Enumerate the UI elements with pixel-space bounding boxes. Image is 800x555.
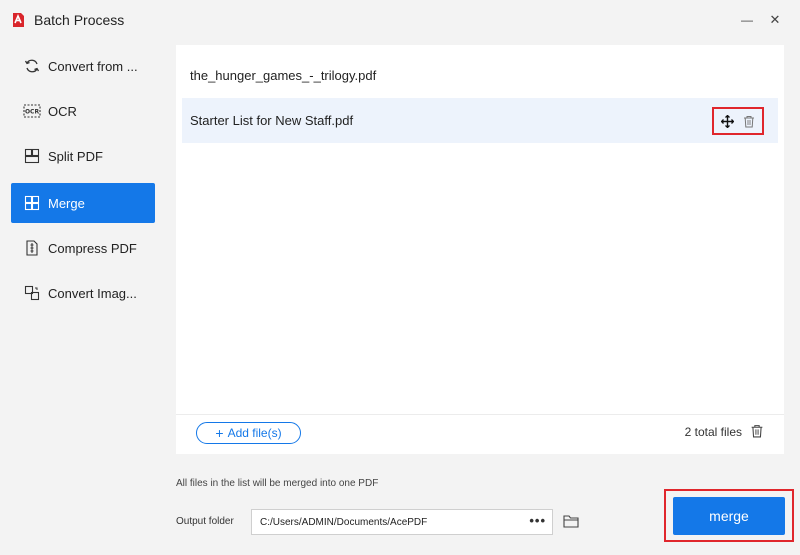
sidebar-item-label: Compress PDF xyxy=(48,240,137,256)
trash-icon[interactable] xyxy=(742,114,756,128)
close-icon: ✕ xyxy=(769,12,781,27)
window-title: Batch Process xyxy=(34,12,125,28)
svg-text:OCR: OCR xyxy=(25,109,40,116)
clear-all-trash-icon[interactable] xyxy=(750,424,764,438)
output-folder-field[interactable]: ••• xyxy=(251,509,553,535)
total-files-count: 2 total files xyxy=(684,425,742,439)
sidebar-item-label: OCR xyxy=(48,103,77,119)
sidebar-item-label: Convert from ... xyxy=(48,58,138,74)
sidebar-item-convert-image[interactable]: Convert Imag... xyxy=(11,273,155,313)
add-files-label: Add file(s) xyxy=(227,426,282,440)
merge-button[interactable]: merge xyxy=(673,496,785,535)
app-logo-icon xyxy=(13,13,24,27)
output-folder-input[interactable] xyxy=(260,516,520,528)
compress-icon xyxy=(23,239,41,257)
ocr-icon: OCR xyxy=(23,102,41,120)
merge-info-text: All files in the list will be merged int… xyxy=(176,478,379,489)
sidebar-item-label: Split PDF xyxy=(48,148,103,164)
minimize-icon: — xyxy=(741,13,753,27)
file-row[interactable]: the_hunger_games_-_trilogy.pdf xyxy=(182,53,778,98)
refresh-icon xyxy=(23,57,41,75)
merge-button-highlight: merge xyxy=(664,489,794,542)
sidebar-item-compress-pdf[interactable]: Compress PDF xyxy=(11,228,155,268)
minimize-button[interactable]: — xyxy=(738,10,756,30)
sidebar-item-merge[interactable]: Merge xyxy=(11,183,155,223)
sidebar-item-convert-from[interactable]: Convert from ... xyxy=(11,46,155,86)
split-icon xyxy=(23,147,41,165)
close-button[interactable]: ✕ xyxy=(766,10,784,30)
image-convert-icon xyxy=(23,284,41,302)
merge-icon xyxy=(23,194,41,212)
folder-icon[interactable] xyxy=(563,514,579,528)
sidebar-item-ocr[interactable]: OCR OCR xyxy=(11,91,155,131)
file-list-panel: the_hunger_games_-_trilogy.pdf Starter L… xyxy=(176,45,784,454)
file-row-selected[interactable]: Starter List for New Staff.pdf xyxy=(182,98,778,143)
title-bar: Batch Process — ✕ xyxy=(0,0,800,40)
browse-more-button[interactable]: ••• xyxy=(529,513,546,528)
add-files-button[interactable]: + Add file(s) xyxy=(196,422,301,444)
sidebar-item-label: Merge xyxy=(48,195,85,211)
sidebar-item-label: Convert Imag... xyxy=(48,285,137,301)
sidebar-item-split-pdf[interactable]: Split PDF xyxy=(11,136,155,176)
panel-footer: + Add file(s) 2 total files xyxy=(176,414,784,454)
output-folder-label: Output folder xyxy=(176,516,234,527)
row-actions xyxy=(712,107,764,135)
file-name: the_hunger_games_-_trilogy.pdf xyxy=(190,68,377,83)
move-icon[interactable] xyxy=(720,114,734,128)
file-name: Starter List for New Staff.pdf xyxy=(190,113,354,128)
plus-icon: + xyxy=(215,425,224,441)
